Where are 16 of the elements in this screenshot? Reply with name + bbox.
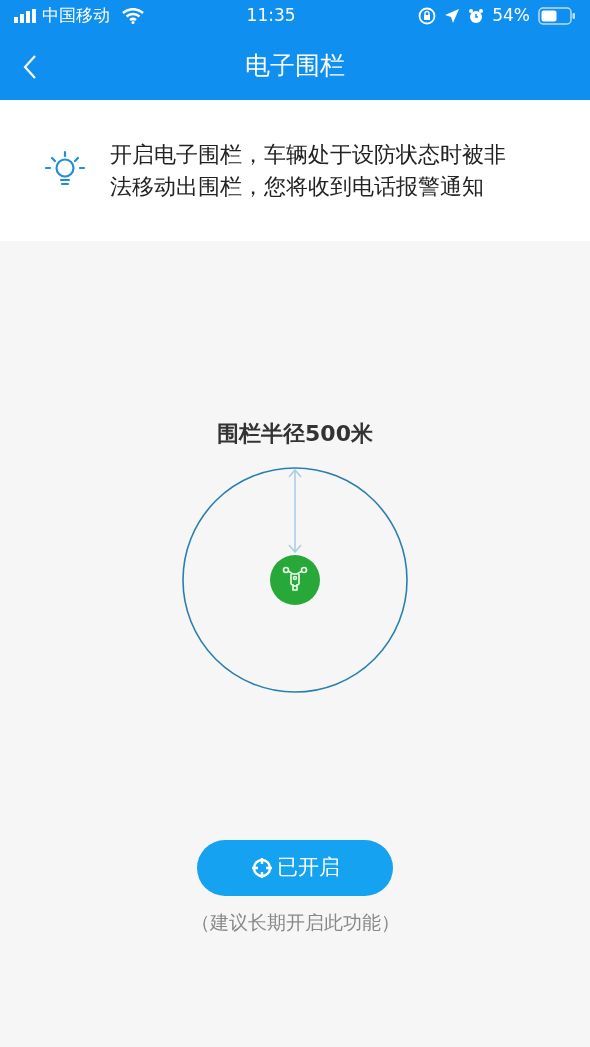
battery-percentage: 54% <box>492 4 530 28</box>
carrier-name: 中国移动 <box>42 4 110 28</box>
crosshair-icon <box>250 857 273 879</box>
alarm-clock-icon <box>468 8 485 24</box>
radius-label: 围栏半径500米 <box>217 420 373 448</box>
fence-toggle-button[interactable]: 已开启 <box>197 840 393 896</box>
scooter-icon <box>270 555 320 605</box>
fence-description: 开启电子围栏，车辆处于设防状态时被非法移动出围栏，您将收到电话报警通知 <box>110 141 507 201</box>
wifi-icon <box>122 8 144 24</box>
location-arrow-icon <box>444 8 461 24</box>
signal-icon <box>14 9 38 23</box>
page-title: 电子围栏 <box>245 50 345 83</box>
clock-time: 11:35 <box>246 4 296 28</box>
hint-text: （建议长期开启此功能） <box>190 910 400 935</box>
battery-icon <box>538 7 576 25</box>
rotation-lock-icon <box>418 7 437 25</box>
